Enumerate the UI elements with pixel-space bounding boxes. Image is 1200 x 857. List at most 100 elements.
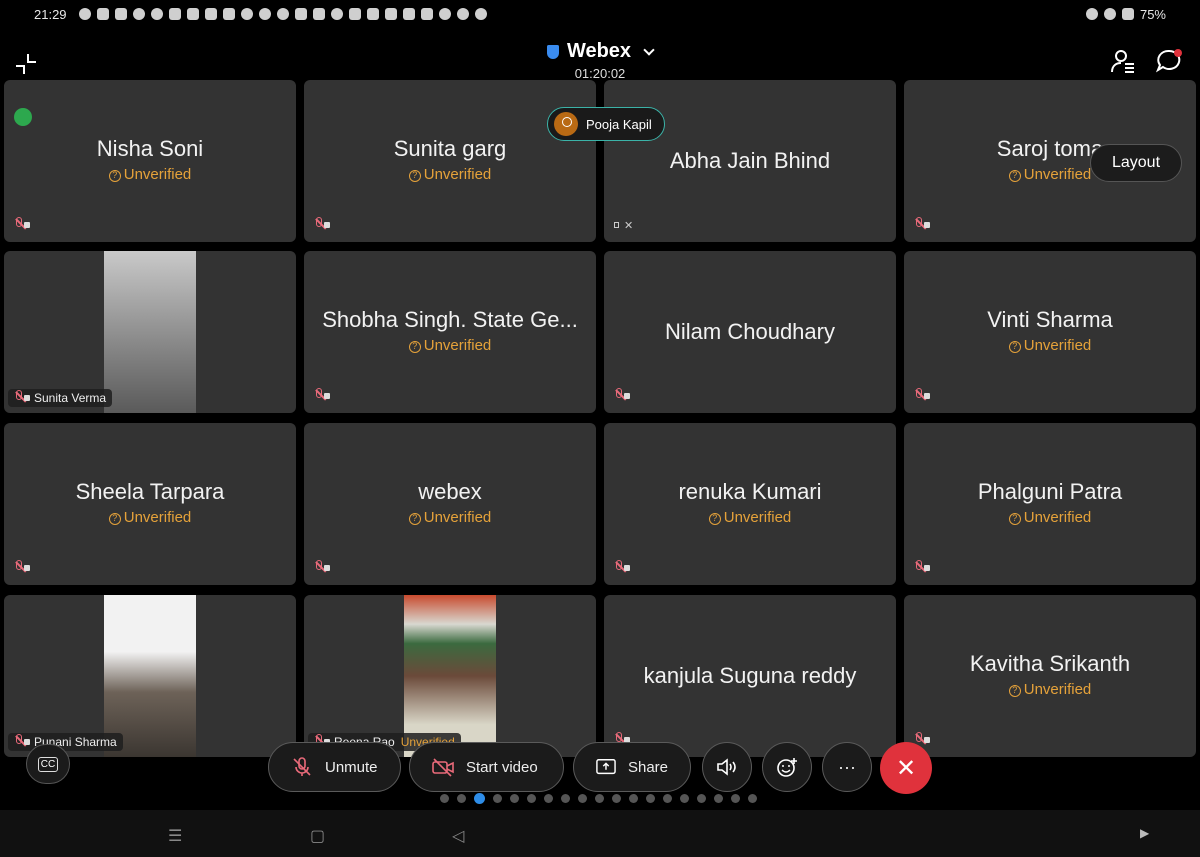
page-dot[interactable] xyxy=(493,794,502,803)
participant-tile[interactable]: Abha Jain Bhind ✕ xyxy=(604,80,896,242)
meeting-title[interactable]: Webex xyxy=(546,40,655,63)
info-icon: ? xyxy=(408,341,421,353)
unverified-badge: ? Unverified xyxy=(904,337,1196,354)
page-dot[interactable] xyxy=(440,794,449,803)
page-dot[interactable] xyxy=(697,794,706,803)
participant-tile[interactable]: Vinti Sharma ? Unverified xyxy=(904,251,1196,413)
participant-name: kanjula Suguna reddy xyxy=(643,663,857,688)
chevron-down-icon xyxy=(643,43,655,56)
participant-tile[interactable]: Kavitha Srikanth ? Unverified xyxy=(904,595,1196,757)
info-icon: ? xyxy=(108,170,121,182)
participant-tile[interactable]: Sunita Verma xyxy=(4,251,296,413)
page-dot[interactable] xyxy=(474,793,485,804)
participant-name: Kavitha Srikanth xyxy=(969,651,1131,676)
participant-tile[interactable]: Nisha Soni ? Unverified xyxy=(4,80,296,242)
page-dot[interactable] xyxy=(527,794,536,803)
unverified-badge: ? Unverified xyxy=(904,509,1196,526)
participants-icon[interactable] xyxy=(1110,48,1136,74)
participant-tile[interactable]: Sheela Tarpara ? Unverified xyxy=(4,423,296,585)
info-icon: ? xyxy=(1008,685,1021,697)
active-speaker-chip[interactable]: Pooja Kapil xyxy=(547,107,665,141)
participant-name: Sunita garg xyxy=(393,136,507,161)
participant-tile[interactable]: Reena RaoUnverified xyxy=(304,595,596,757)
participant-tile[interactable]: Nilam Choudhary xyxy=(604,251,896,413)
avatar xyxy=(554,112,578,136)
share-button[interactable]: Share xyxy=(573,742,691,792)
info-icon: ? xyxy=(408,513,421,525)
control-bar: Unmute Start video Share ··· ✕ xyxy=(0,742,1200,794)
page-dot[interactable] xyxy=(629,794,638,803)
page-dot[interactable] xyxy=(680,794,689,803)
home-icon[interactable]: ▢ xyxy=(310,826,325,846)
mic-muted-icon xyxy=(314,559,330,575)
reactions-button[interactable] xyxy=(762,742,812,792)
info-icon: ? xyxy=(708,513,721,525)
participant-grid: Nisha Soni ? Unverified Sunita garg ? Unverif… xyxy=(4,80,1196,760)
participant-name-label: Sunita Verma xyxy=(8,389,113,407)
page-dot[interactable] xyxy=(612,794,621,803)
unmute-button[interactable]: Unmute xyxy=(268,742,401,792)
page-dot[interactable] xyxy=(561,794,570,803)
participant-tile[interactable]: webex ? Unverified xyxy=(304,423,596,585)
audio-button[interactable] xyxy=(702,742,752,792)
emoji-add-icon xyxy=(777,758,797,777)
page-dot[interactable] xyxy=(595,794,604,803)
page-dot[interactable] xyxy=(510,794,519,803)
mic-muted-icon xyxy=(614,387,630,403)
unverified-badge: ? Unverified xyxy=(604,509,896,526)
info-icon: ? xyxy=(408,170,421,182)
battery-level: 75% xyxy=(1139,6,1166,22)
page-dot[interactable] xyxy=(457,794,466,803)
mic-muted-icon xyxy=(14,559,30,575)
back-icon[interactable]: ◁ xyxy=(452,826,464,846)
wifi-icon xyxy=(1103,8,1116,20)
mic-muted-icon xyxy=(314,216,330,232)
unverified-badge: ? Unverified xyxy=(304,166,596,183)
mic-muted-icon xyxy=(14,216,30,232)
participant-tile[interactable]: Punani Sharma xyxy=(4,595,296,757)
layout-button[interactable]: Layout xyxy=(1090,144,1182,182)
participant-tile[interactable]: kanjula Suguna reddy xyxy=(604,595,896,757)
participant-name: renuka Kumari xyxy=(678,479,822,504)
notification-icons xyxy=(78,8,487,20)
mic-muted-icon xyxy=(14,389,30,405)
page-dot[interactable] xyxy=(646,794,655,803)
keyboard-icon[interactable]: ▶ xyxy=(1140,826,1149,840)
mic-muted-icon xyxy=(314,387,330,403)
chat-icon[interactable] xyxy=(1156,48,1182,74)
info-icon: ? xyxy=(1008,170,1021,182)
participant-name: Nilam Choudhary xyxy=(665,319,835,344)
share-icon xyxy=(596,759,616,775)
page-indicator[interactable] xyxy=(440,793,757,804)
battery-icon xyxy=(1121,8,1134,20)
participant-name: Vinti Sharma xyxy=(987,307,1113,332)
status-time: 21:29 xyxy=(34,6,67,22)
recents-icon[interactable]: ☰ xyxy=(168,826,182,846)
page-dot[interactable] xyxy=(663,794,672,803)
speaker-icon xyxy=(717,758,736,776)
system-nav-bar: ☰ ▢ ◁ ▶ xyxy=(0,810,1200,857)
participant-name: Shobha Singh. State Ge... xyxy=(322,307,578,332)
info-icon: ? xyxy=(1008,341,1021,353)
page-dot[interactable] xyxy=(731,794,740,803)
page-dot[interactable] xyxy=(714,794,723,803)
participant-tile[interactable]: renuka Kumari ? Unverified xyxy=(604,423,896,585)
end-call-button[interactable]: ✕ xyxy=(880,742,932,794)
page-dot[interactable] xyxy=(578,794,587,803)
participant-name: Sheela Tarpara xyxy=(75,479,225,504)
network-signal-icon xyxy=(14,108,32,126)
info-icon: ? xyxy=(108,513,121,525)
start-video-button[interactable]: Start video xyxy=(409,742,564,792)
participant-name: webex xyxy=(418,479,482,504)
info-icon: ? xyxy=(1008,513,1021,525)
page-dot[interactable] xyxy=(748,794,757,803)
page-dot[interactable] xyxy=(544,794,553,803)
more-options-button[interactable]: ··· xyxy=(822,742,872,792)
participant-tile[interactable]: Shobha Singh. State Ge... ? Unverified xyxy=(304,251,596,413)
participant-tile[interactable]: Sunita garg ? Unverified xyxy=(304,80,596,242)
participant-name: Nisha Soni xyxy=(96,136,204,161)
participant-name: Phalguni Patra xyxy=(977,479,1123,504)
mic-muted-icon xyxy=(614,559,630,575)
participant-video xyxy=(104,251,196,413)
participant-tile[interactable]: Phalguni Patra ? Unverified xyxy=(904,423,1196,585)
